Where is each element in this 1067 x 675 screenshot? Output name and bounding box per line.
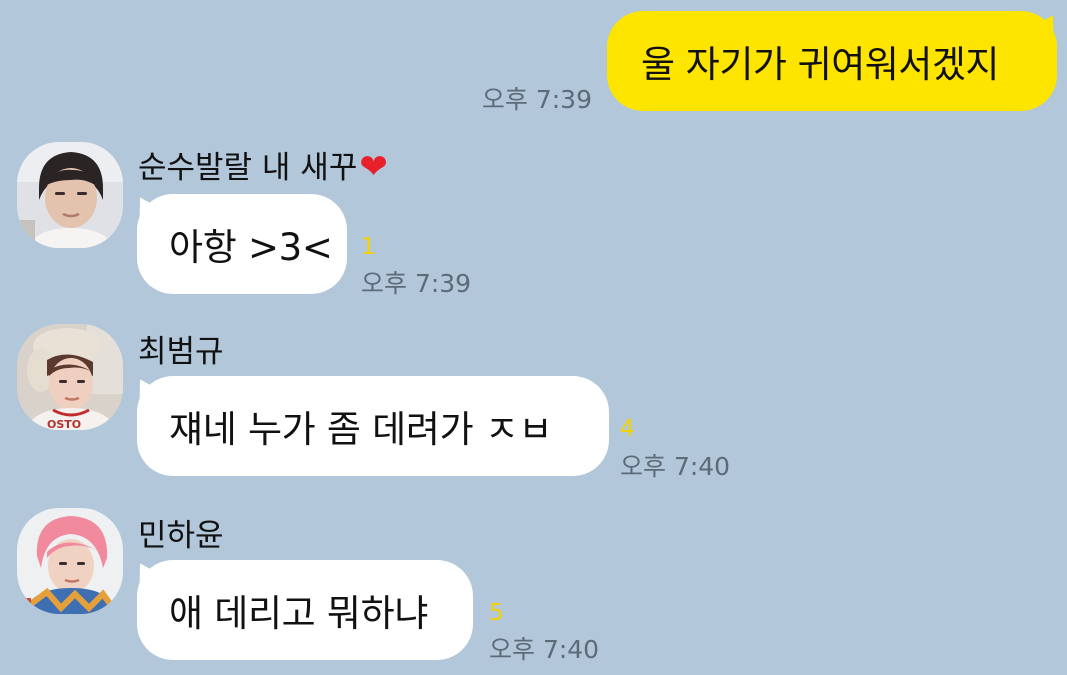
avatar-sender-2[interactable]: OSTO (17, 324, 123, 430)
chat-room[interactable]: 울 자기가 귀여워서겠지 오후 7:39 순수발랄 내 새꾸❤ 아항 >3< 1… (0, 0, 1067, 675)
received-message-bubble-3[interactable]: 애 데리고 뭐하냐 (137, 560, 473, 660)
unread-count-3: 5 (489, 600, 504, 626)
received-message-bubble-1[interactable]: 아항 >3< (137, 194, 347, 294)
sent-message-time: 오후 7:39 (481, 85, 592, 114)
svg-text:OSTO: OSTO (47, 418, 81, 430)
unread-count-2: 4 (620, 416, 635, 442)
sender-name-3: 민하윤 (138, 518, 224, 554)
unread-count-1: 1 (361, 234, 376, 260)
avatar-sender-1[interactable] (17, 142, 123, 248)
heart-emoji: ❤ (359, 147, 388, 187)
received-message-text-1: 아항 >3< (169, 226, 333, 269)
sent-message-text: 울 자기가 귀여워서겠지 (641, 43, 999, 86)
received-message-text-3: 애 데리고 뭐하냐 (169, 592, 429, 635)
profile-photo-icon (17, 508, 123, 614)
received-message-bubble-2[interactable]: 쟤네 누가 좀 데려가 ㅈㅂ (137, 376, 609, 476)
profile-photo-icon: OSTO (17, 324, 123, 430)
sent-message-bubble[interactable]: 울 자기가 귀여워서겠지 (607, 11, 1057, 111)
avatar-sender-3[interactable] (17, 508, 123, 614)
message-time-1: 오후 7:39 (361, 269, 472, 298)
message-time-2: 오후 7:40 (620, 452, 731, 481)
profile-photo-icon (17, 142, 123, 248)
received-message-text-2: 쟤네 누가 좀 데려가 ㅈㅂ (169, 408, 553, 451)
message-time-3: 오후 7:40 (489, 635, 600, 664)
sender-name-2: 최범규 (138, 334, 224, 370)
sender-name-1: 순수발랄 내 새꾸❤ (138, 147, 388, 187)
